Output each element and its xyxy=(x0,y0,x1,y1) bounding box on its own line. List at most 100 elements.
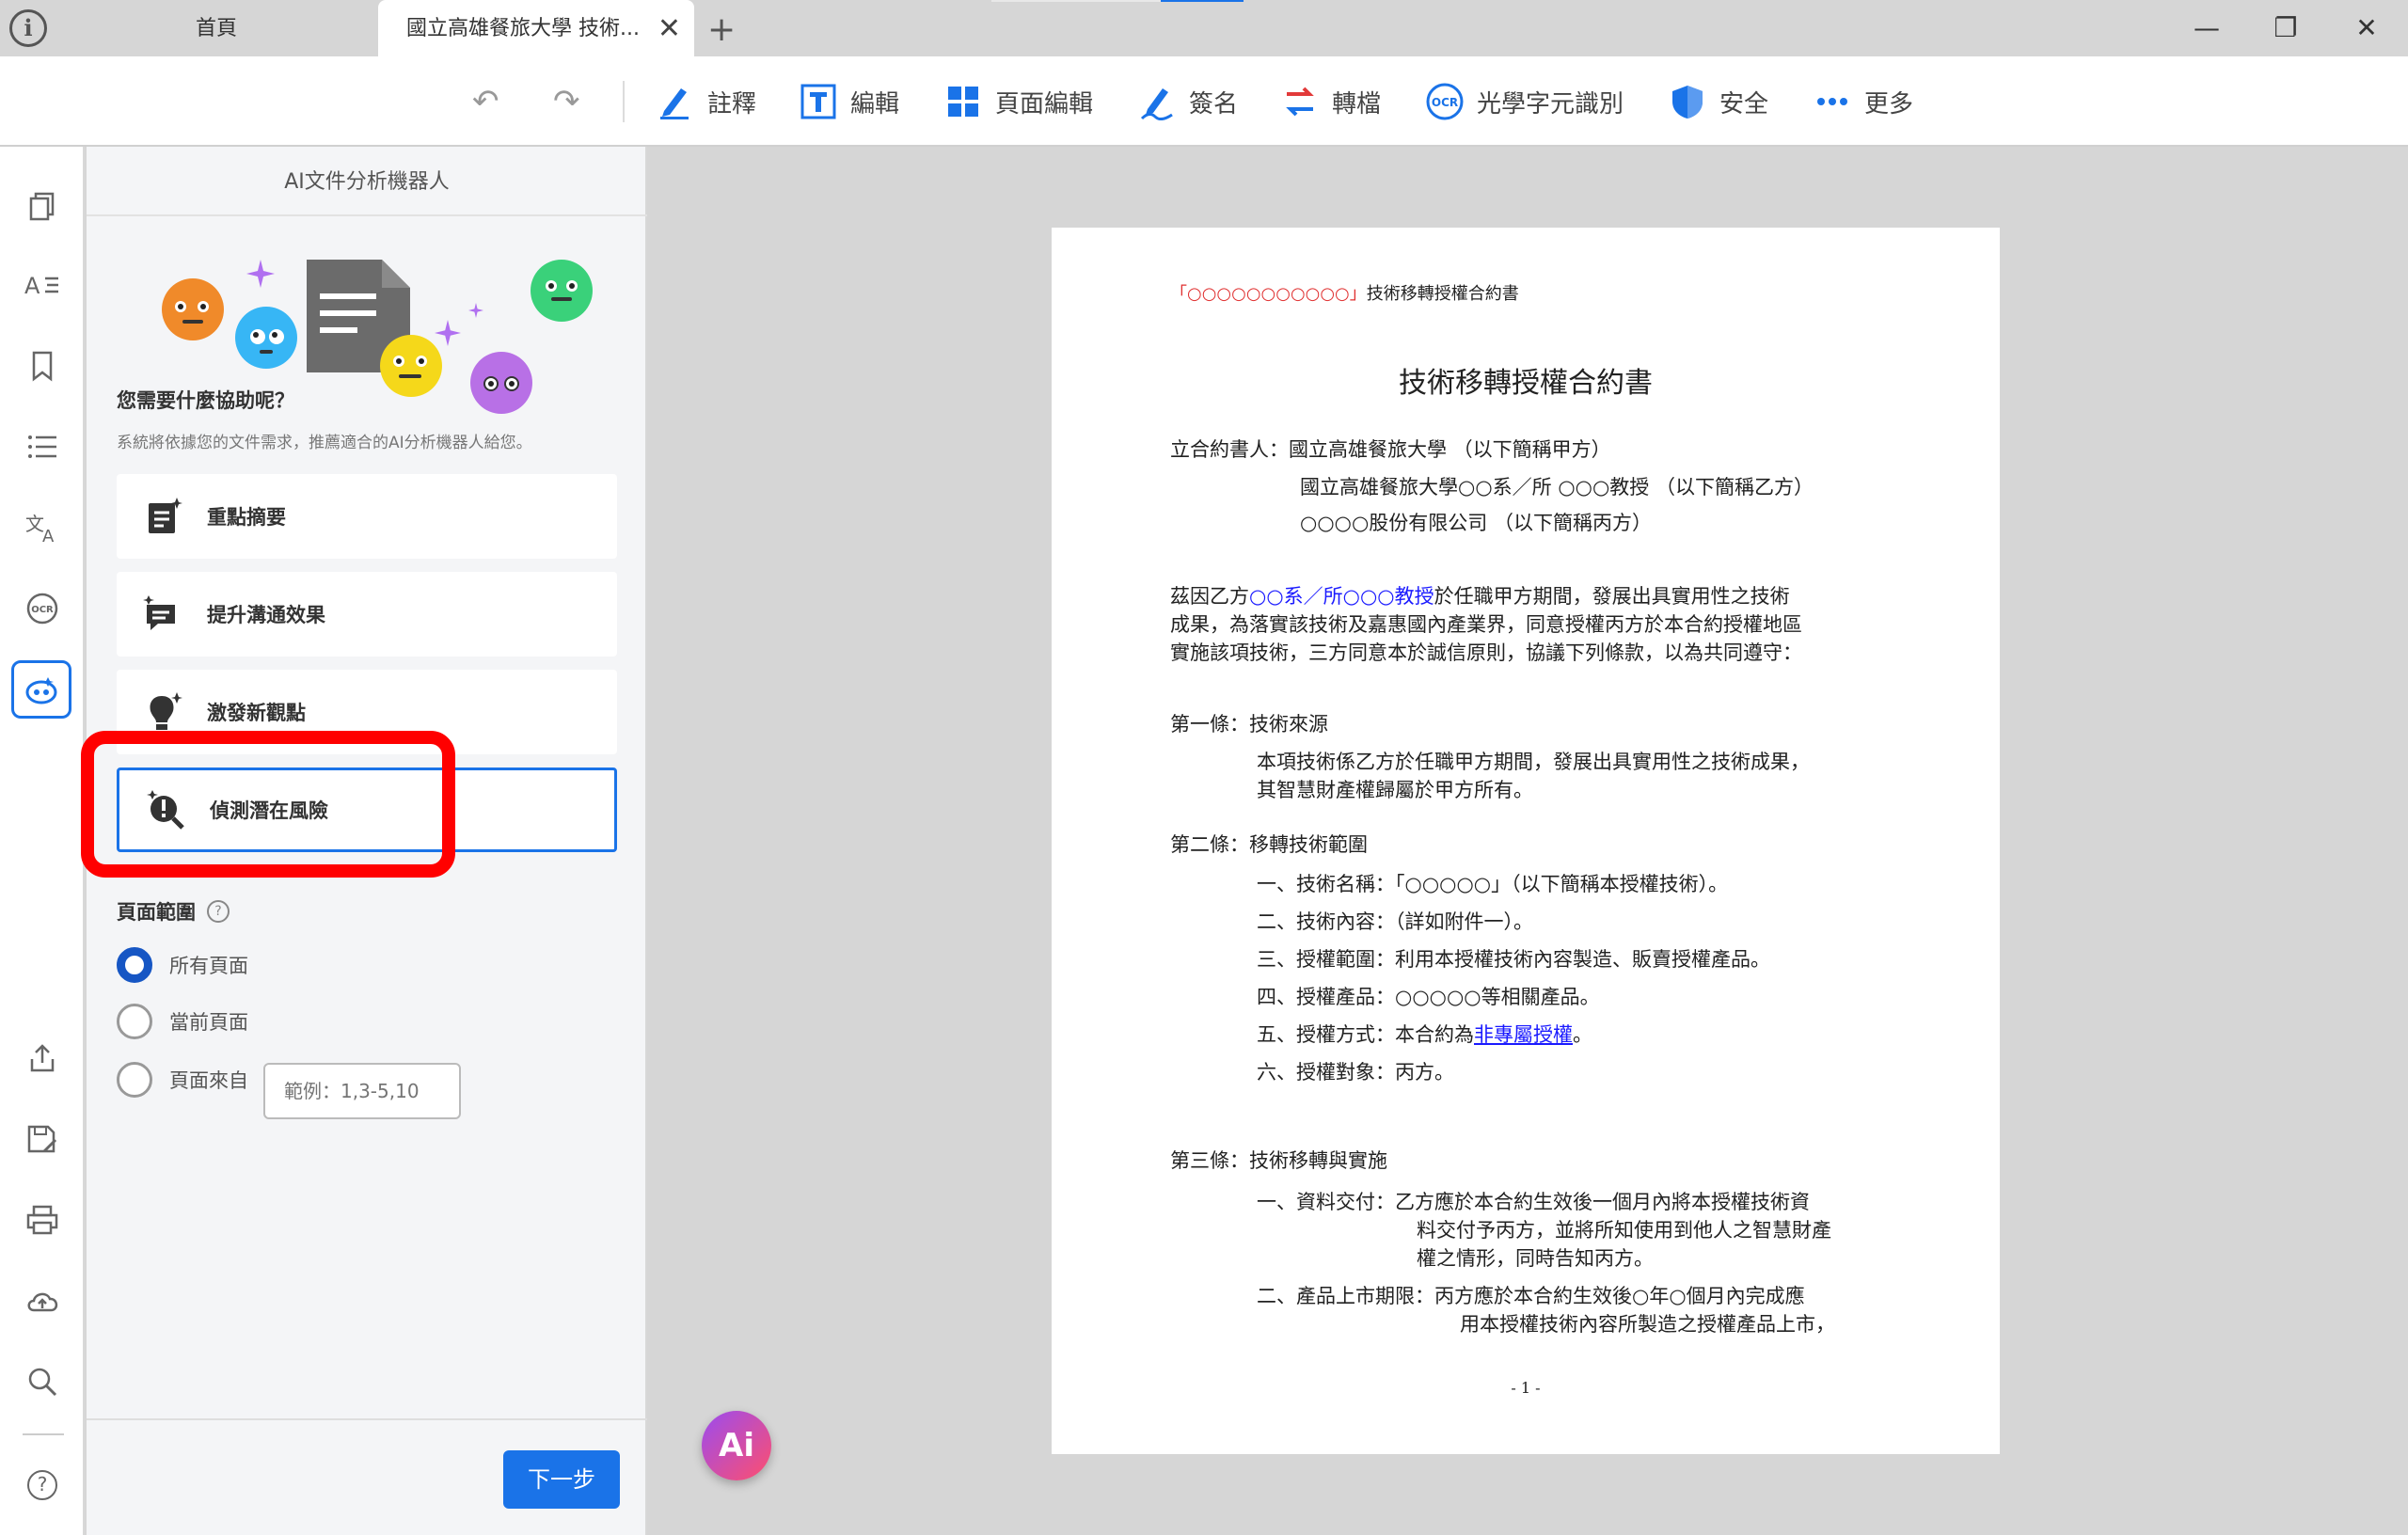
pen-icon xyxy=(655,81,696,122)
convert-icon xyxy=(1279,81,1321,122)
doc-list-item: 五、授權方式：本合約為非專屬授權。 xyxy=(1257,1020,1592,1048)
doc-item5-post: 。 xyxy=(1573,1023,1592,1046)
radio-pages-from[interactable]: 頁面來自 xyxy=(117,1061,248,1099)
more-icon xyxy=(1812,81,1853,122)
translate-icon[interactable]: 文A xyxy=(19,504,66,551)
annotate-label: 註釋 xyxy=(707,89,757,119)
doc-article-title: 第二條：移轉技術範圍 xyxy=(1170,833,1368,856)
purple-bot-icon xyxy=(470,352,532,414)
ocr-button[interactable]: OCR 光學字元識別 xyxy=(1424,77,1624,126)
save-icon[interactable] xyxy=(19,1116,66,1163)
page-range-input[interactable] xyxy=(263,1063,461,1119)
search-icon[interactable] xyxy=(19,1358,66,1405)
panel-footer-divider xyxy=(87,1418,647,1420)
window-drag-strip[interactable] xyxy=(991,0,1244,2)
tab-home[interactable]: 首頁 xyxy=(56,0,376,56)
doc-list-item: 一、資料交付：乙方應於本合約生效後一個月內將本授權技術資 xyxy=(1257,1191,1810,1213)
doc-header-text: 技術移轉授權合約書 xyxy=(1366,284,1519,304)
edit-button[interactable]: 編輯 xyxy=(798,77,899,126)
ai-bot-icon[interactable] xyxy=(11,660,71,719)
convert-button[interactable]: 轉檔 xyxy=(1279,77,1381,126)
summary-icon xyxy=(141,494,186,539)
page-edit-button[interactable]: 頁面編輯 xyxy=(943,77,1093,126)
doc-item5-link[interactable]: 非專屬授權 xyxy=(1474,1023,1573,1046)
sparkle-icon xyxy=(468,303,483,318)
restore-icon[interactable]: ❐ xyxy=(2258,0,2314,56)
signature-icon xyxy=(1136,81,1178,122)
print-icon[interactable] xyxy=(19,1196,66,1243)
new-tab-icon[interactable]: + xyxy=(707,0,736,60)
more-button[interactable]: 更多 xyxy=(1812,77,1913,126)
doc-list-item: 一、技術名稱：「○○○○○」（以下簡稱本授權技術）。 xyxy=(1257,873,1729,895)
security-button[interactable]: 安全 xyxy=(1667,77,1768,126)
question-mark-icon[interactable]: ? xyxy=(207,900,230,923)
page-range-label: 頁面範圍 ? xyxy=(117,897,230,926)
svg-text:A: A xyxy=(42,527,55,544)
doc-list-item: 二、技術內容：（詳如附件一）。 xyxy=(1257,910,1533,933)
minimize-icon[interactable]: — xyxy=(2178,0,2235,56)
doc-list-item: 用本授權技術內容所製造之授權產品上市， xyxy=(1460,1313,1835,1336)
doc-header-placeholder: 「○○○○○○○○○○○」 xyxy=(1170,284,1367,304)
option-communication[interactable]: 提升溝通效果 xyxy=(117,572,617,657)
radio-button[interactable] xyxy=(117,1062,152,1098)
left-rail: A 文A OCR ? xyxy=(0,147,85,1535)
doc-intro-line: 茲因乙方○○系／所○○○教授於任職甲方期間，發展出具實用性之技術 xyxy=(1170,581,1790,609)
tab-close-icon[interactable]: ✕ xyxy=(657,0,681,58)
undo-icon[interactable]: ↶ xyxy=(472,75,499,128)
doc-article-title: 第三條：技術移轉與實施 xyxy=(1170,1149,1387,1172)
sign-button[interactable]: 簽名 xyxy=(1136,77,1238,126)
doc-page-number: - 1 - xyxy=(1511,1379,1541,1397)
doc-list-item: 料交付予丙方，並將所知使用到他人之智慧財產 xyxy=(1417,1219,1831,1242)
rail-divider xyxy=(23,1433,64,1435)
page-edit-label: 頁面編輯 xyxy=(995,89,1094,119)
title-bar: i 首頁 國立高雄餐旅大學 技術... ✕ + — ❐ ✕ xyxy=(0,0,2408,56)
radio-button[interactable] xyxy=(117,1004,152,1039)
doc-title: 技術移轉授權合約書 xyxy=(1399,367,1653,400)
doc-intro-line: 實施該項技術，三方同意本於誠信原則，協議下列條款，以為共同遵守： xyxy=(1170,641,1802,664)
option-summary[interactable]: 重點摘要 xyxy=(117,474,617,559)
doc-intro-highlight: ○○系／所○○○教授 xyxy=(1249,585,1434,608)
redo-icon[interactable]: ↷ xyxy=(553,75,580,128)
doc-list-item: 四、授權產品：○○○○○等相關產品。 xyxy=(1257,986,1600,1008)
text-format-icon[interactable]: A xyxy=(19,261,66,309)
cloud-upload-icon[interactable] xyxy=(19,1277,66,1324)
help-icon[interactable]: ? xyxy=(19,1462,66,1509)
doc-list-item: 六、授權對象：丙方。 xyxy=(1257,1061,1454,1084)
shield-icon xyxy=(1667,81,1708,122)
radio-current-page[interactable]: 當前頁面 xyxy=(117,1003,248,1040)
ai-assistant-button[interactable]: Ai xyxy=(702,1411,771,1480)
orange-bot-icon xyxy=(162,278,224,340)
doc-article-line: 其智慧財產權歸屬於甲方所有。 xyxy=(1257,779,1533,801)
doc-article-line: 本項技術係乙方於任職甲方期間，發展出具實用性之技術成果， xyxy=(1257,751,1810,773)
radio-all-pages-label: 所有頁面 xyxy=(169,955,248,977)
main-toolbar: ↶ ↷ 註釋 編輯 頁面編輯 簽名 轉檔 OCR 光學字元識別 安全 更多 xyxy=(0,56,2408,147)
option-new-ideas-label: 激發新觀點 xyxy=(207,702,306,724)
svg-text:OCR: OCR xyxy=(31,605,54,615)
yellow-bot-icon xyxy=(380,335,442,397)
info-icon[interactable]: i xyxy=(9,9,47,47)
chat-icon xyxy=(141,592,186,637)
ocr-icon[interactable]: OCR xyxy=(19,585,66,632)
doc-party-line: 立合約書人：國立高雄餐旅大學 （以下簡稱甲方） xyxy=(1170,438,1611,461)
bookmark-icon[interactable] xyxy=(19,342,66,389)
annotate-button[interactable]: 註釋 xyxy=(655,77,756,126)
radio-button-selected[interactable] xyxy=(117,947,152,983)
radio-current-page-label: 當前頁面 xyxy=(169,1011,248,1034)
grid-icon xyxy=(943,81,984,122)
pages-icon[interactable] xyxy=(19,182,66,229)
list-icon[interactable] xyxy=(19,423,66,470)
doc-intro-post: 於任職甲方期間，發展出具實用性之技術 xyxy=(1434,585,1790,608)
next-button[interactable]: 下一步 xyxy=(503,1450,620,1509)
share-icon[interactable] xyxy=(19,1035,66,1082)
help-question: 您需要什麼協助呢？ xyxy=(117,389,294,412)
doc-party-line: ○○○○股份有限公司 （以下簡稱丙方） xyxy=(1300,512,1652,534)
radio-pages-from-label: 頁面來自 xyxy=(169,1069,248,1092)
document-page[interactable]: 「○○○○○○○○○○○」技術移轉授權合約書 技術移轉授權合約書 立合約書人：國… xyxy=(1052,228,2000,1454)
radio-all-pages[interactable]: 所有頁面 xyxy=(117,946,248,984)
close-window-icon[interactable]: ✕ xyxy=(2338,0,2395,56)
green-bot-icon xyxy=(531,260,593,322)
tab-document[interactable]: 國立高雄餐旅大學 技術... ✕ xyxy=(378,0,694,56)
doc-item5-pre: 五、授權方式：本合約為 xyxy=(1257,1023,1474,1046)
doc-article-title: 第一條：技術來源 xyxy=(1170,713,1328,736)
doc-intro-pre: 茲因乙方 xyxy=(1170,585,1249,608)
